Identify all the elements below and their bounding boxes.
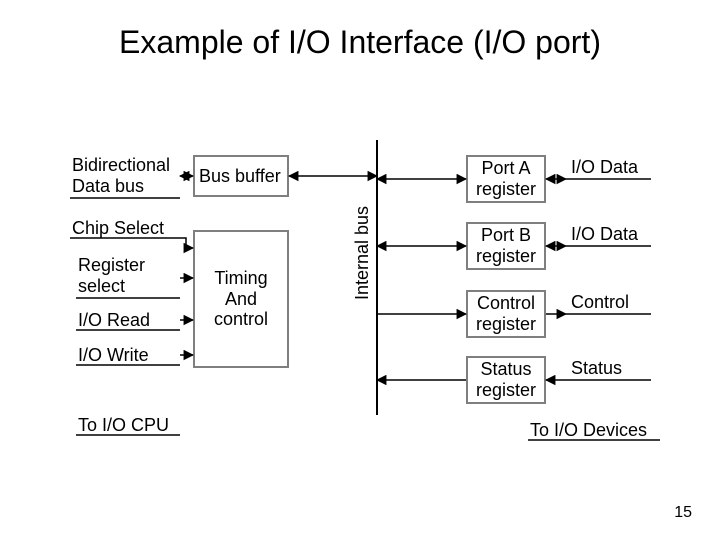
block-bus-buffer: Bus buffer [193, 155, 289, 197]
block-status-register: Status register [466, 356, 546, 404]
label-bidirectional-data-bus: Bidirectional Data bus [72, 155, 170, 196]
label-to-io-cpu: To I/O CPU [78, 415, 169, 436]
label-internal-bus: Internal bus [352, 206, 373, 300]
label-io-data-2: I/O Data [571, 224, 638, 245]
block-port-a-register: Port A register [466, 155, 546, 203]
label-io-data-1: I/O Data [571, 157, 638, 178]
label-status: Status [571, 358, 622, 379]
label-register-select: Register select [78, 255, 145, 296]
block-timing-and-control: Timing And control [193, 230, 289, 368]
label-chip-select: Chip Select [72, 218, 164, 239]
block-port-b-register: Port B register [466, 222, 546, 270]
label-to-io-devices: To I/O Devices [530, 420, 647, 441]
label-control: Control [571, 292, 629, 313]
block-control-register: Control register [466, 290, 546, 338]
slide-title: Example of I/O Interface (I/O port) [0, 24, 720, 61]
page-number: 15 [674, 504, 692, 522]
label-io-read: I/O Read [78, 310, 150, 331]
label-io-write: I/O Write [78, 345, 149, 366]
